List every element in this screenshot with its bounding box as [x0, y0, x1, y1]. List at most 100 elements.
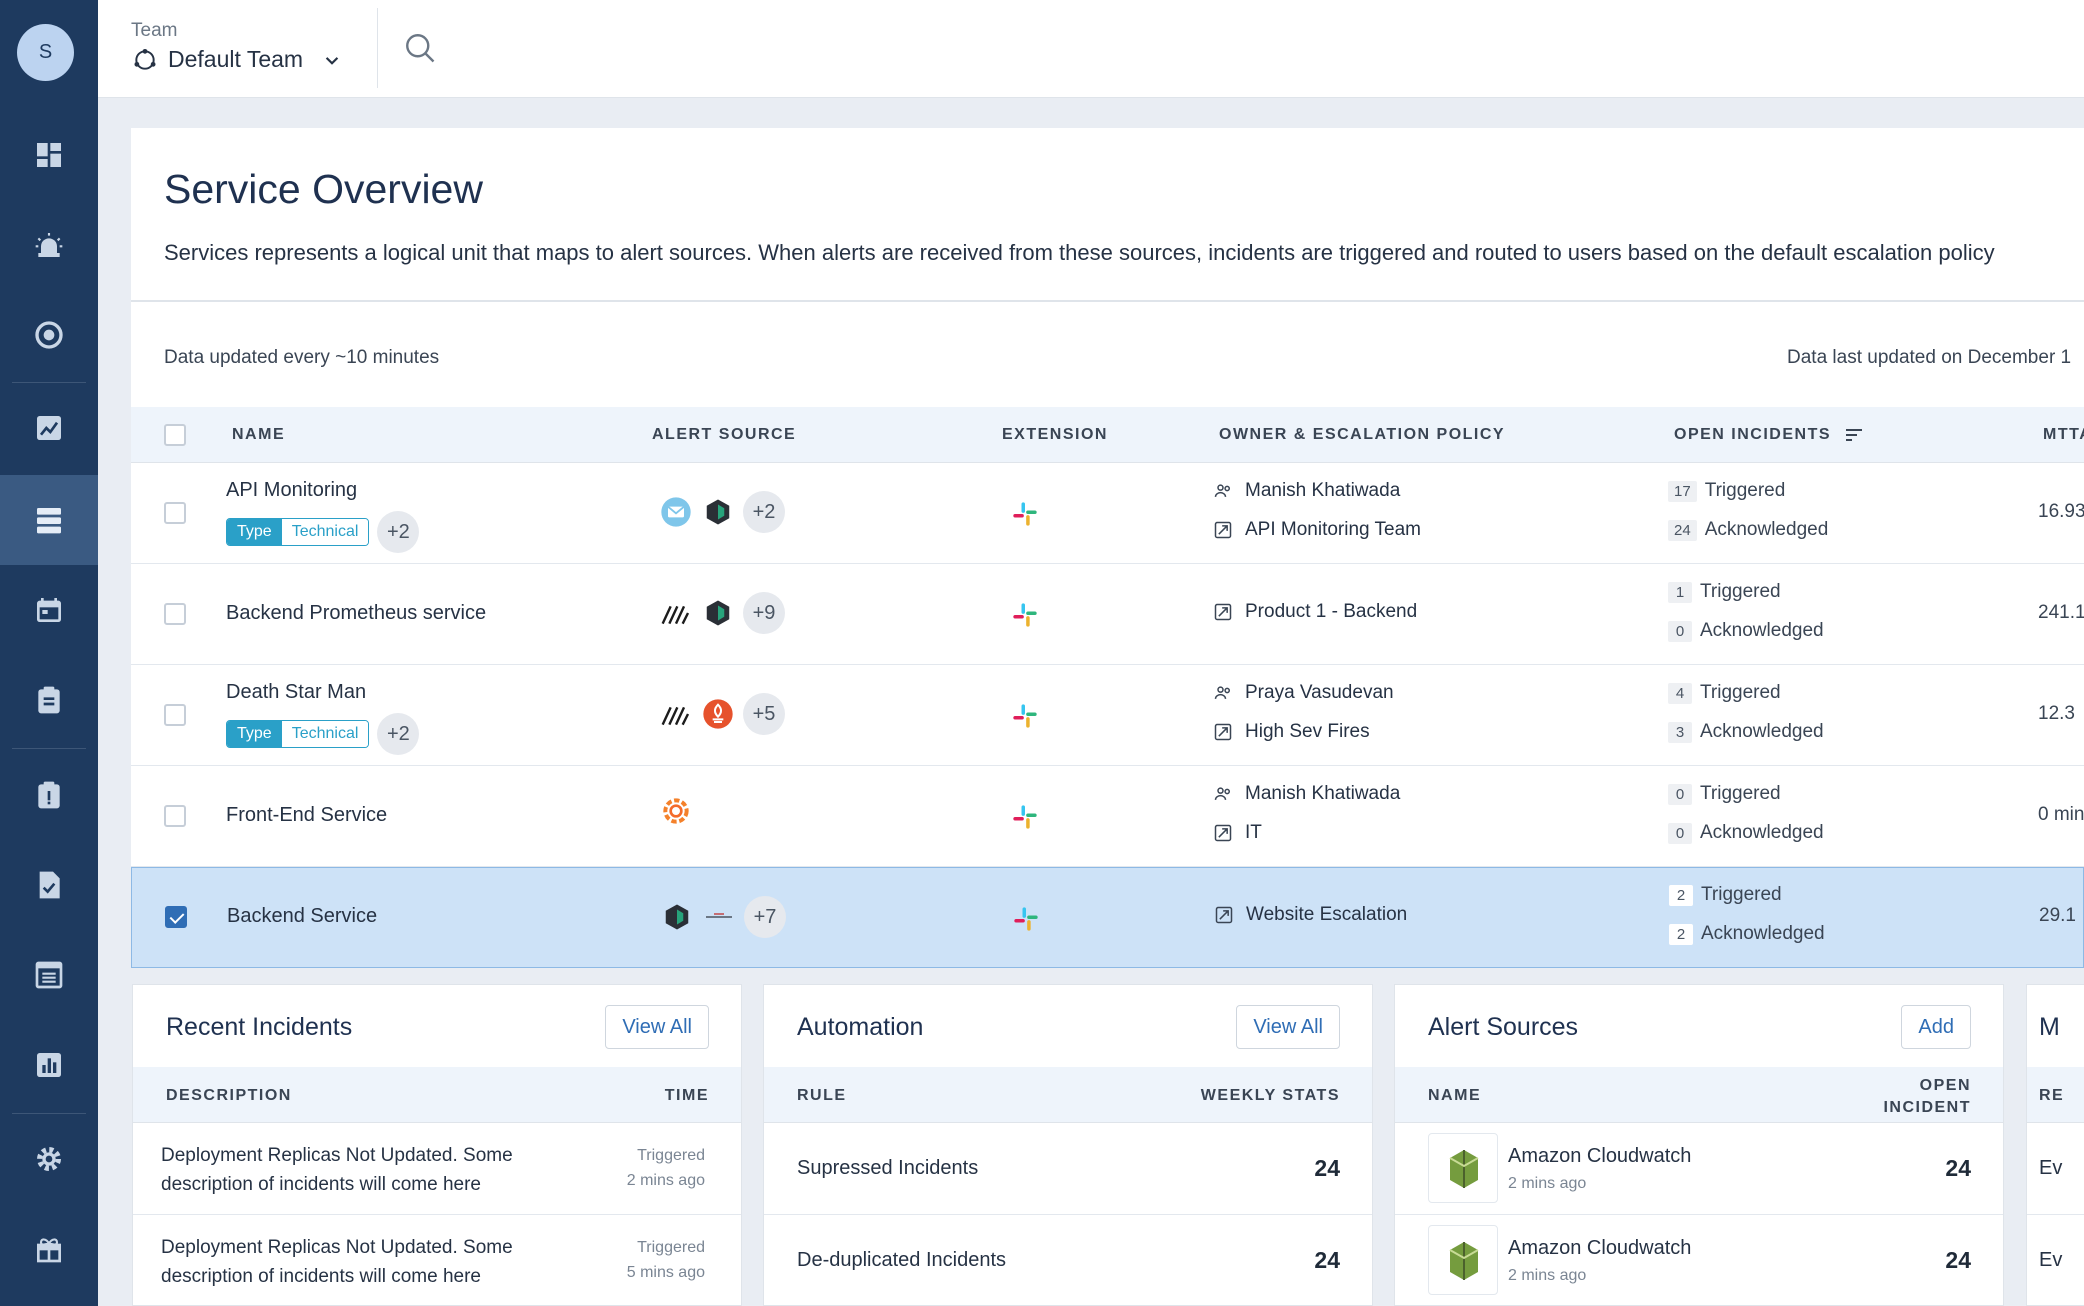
- nav-status-page[interactable]: [0, 930, 98, 1020]
- acknowledged-count[interactable]: 3 Acknowledged: [1668, 721, 1824, 743]
- owner[interactable]: Manish Khatiwada: [1213, 480, 1400, 502]
- nav-settings[interactable]: [0, 1114, 98, 1204]
- more-tags-badge[interactable]: +2: [377, 713, 420, 755]
- nav-tasks[interactable]: [0, 840, 98, 930]
- server-icon: [37, 508, 61, 534]
- nav-dashboard[interactable]: [0, 110, 98, 200]
- slack-icon[interactable]: [1011, 601, 1039, 629]
- service-name[interactable]: Backend Prometheus service: [226, 602, 486, 625]
- service-overview-card: Service Overview Services represents a l…: [131, 128, 2084, 968]
- alert-source-row[interactable]: Amazon Cloudwatch 2 mins ago 24: [1395, 1215, 2003, 1306]
- rule-stat: 24: [1314, 1155, 1340, 1181]
- users-icon: [1214, 686, 1230, 699]
- service-name[interactable]: Front-End Service: [226, 804, 387, 827]
- col-partial: RE: [2039, 1087, 2065, 1104]
- team-icon: [134, 48, 156, 70]
- list-item[interactable]: Ev: [2027, 1215, 2084, 1306]
- escalation-policy[interactable]: API Monitoring Team: [1213, 519, 1421, 541]
- slack-icon[interactable]: [1012, 905, 1040, 933]
- sort-icon[interactable]: [1845, 428, 1863, 442]
- automation-row[interactable]: Supressed Incidents 24: [764, 1123, 1372, 1215]
- owner[interactable]: Manish Khatiwada: [1213, 783, 1400, 805]
- escalation-policy[interactable]: Product 1 - Backend: [1213, 601, 1417, 623]
- escalation-policy[interactable]: Website Escalation: [1214, 904, 1407, 926]
- slack-icon[interactable]: [1011, 702, 1039, 730]
- row-checkbox[interactable]: [164, 603, 186, 625]
- escalation-icon: [1215, 906, 1233, 924]
- service-name[interactable]: Death Star Man: [226, 681, 366, 704]
- escalation-policy[interactable]: IT: [1213, 822, 1262, 844]
- fourth-panel-partial: M RE Ev Ev: [2026, 984, 2084, 1306]
- col-open-incidents[interactable]: OPEN INCIDENTS: [1674, 426, 1863, 444]
- escalation-policy[interactable]: High Sev Fires: [1213, 721, 1370, 743]
- sumo-source-icon: [659, 596, 693, 630]
- rule-stat: 24: [1314, 1247, 1340, 1273]
- nav-services[interactable]: [0, 475, 98, 565]
- col-name[interactable]: NAME: [232, 426, 285, 444]
- nav-incidents[interactable]: [0, 200, 98, 290]
- add-alert-source-button[interactable]: Add: [1901, 1005, 1971, 1049]
- incident-time: Triggered 5 mins ago: [626, 1239, 705, 1281]
- user-avatar[interactable]: S: [17, 24, 74, 81]
- row-checkbox[interactable]: [164, 502, 186, 524]
- page-title: Service Overview: [164, 166, 483, 212]
- nav-reports[interactable]: [0, 1020, 98, 1110]
- nav-schedules[interactable]: [0, 565, 98, 655]
- acknowledged-count[interactable]: 24 Acknowledged: [1668, 519, 1828, 541]
- service-name[interactable]: Backend Service: [227, 905, 377, 928]
- triggered-count[interactable]: 2 Triggered: [1669, 884, 1782, 906]
- clipboard-icon: [38, 686, 60, 714]
- triggered-count[interactable]: 17 Triggered: [1668, 480, 1785, 502]
- panel-title: Alert Sources: [1428, 1013, 1579, 1041]
- view-all-automation-button[interactable]: View All: [1236, 1005, 1340, 1049]
- table-row[interactable]: Death Star Man Type Technical +2 +5 Praya…: [131, 665, 2084, 766]
- nav-oncall[interactable]: [0, 290, 98, 380]
- tag-chip[interactable]: Type Technical: [226, 518, 370, 546]
- row-checkbox[interactable]: [164, 704, 186, 726]
- alert-source-icons: +7: [660, 896, 786, 938]
- automation-row[interactable]: De-duplicated Incidents 24: [764, 1215, 1372, 1306]
- slack-icon[interactable]: [1011, 803, 1039, 831]
- more-sources-badge[interactable]: +5: [743, 693, 785, 735]
- list-item[interactable]: Ev: [2027, 1123, 2084, 1215]
- rule-name: De-duplicated Incidents: [797, 1249, 1007, 1271]
- row-checkbox-checked[interactable]: [165, 906, 187, 928]
- more-tags-badge[interactable]: +2: [377, 511, 420, 553]
- table-row[interactable]: Front-End Service Manish Khatiwada IT 0T…: [131, 766, 2084, 867]
- team-selector[interactable]: Default Team: [132, 46, 345, 73]
- view-all-incidents-button[interactable]: View All: [605, 1005, 709, 1049]
- generic-source-icon: [702, 900, 736, 934]
- select-all-checkbox[interactable]: [164, 424, 186, 446]
- col-owner-policy: OWNER & ESCALATION POLICY: [1219, 426, 1506, 443]
- alert-source-icons: [659, 794, 693, 828]
- nav-analytics[interactable]: [0, 383, 98, 473]
- row-checkbox[interactable]: [164, 805, 186, 827]
- search-icon[interactable]: [402, 30, 438, 66]
- nav-whats-new[interactable]: [0, 1204, 98, 1294]
- more-sources-badge[interactable]: +9: [743, 592, 785, 634]
- tag-chip[interactable]: Type Technical: [226, 720, 370, 748]
- nav-runbooks[interactable]: [0, 655, 98, 745]
- acknowledged-count[interactable]: 0 Acknowledged: [1668, 620, 1824, 642]
- alert-source-row[interactable]: Amazon Cloudwatch 2 mins ago 24: [1395, 1123, 2003, 1215]
- triggered-count[interactable]: 0 Triggered: [1668, 783, 1781, 805]
- slack-icon[interactable]: [1011, 500, 1039, 528]
- acknowledged-count[interactable]: 0 Acknowledged: [1668, 822, 1824, 844]
- incident-row[interactable]: Deployment Replicas Not Updated. Some de…: [133, 1215, 741, 1306]
- table-row-selected[interactable]: Backend Service +7 Website Escalation 2T…: [131, 867, 2084, 968]
- triggered-count[interactable]: 1 Triggered: [1668, 581, 1781, 603]
- incident-description: Deployment Replicas Not Updated. Some de…: [161, 1237, 513, 1287]
- table-row[interactable]: Backend Prometheus service +9 Product 1 …: [131, 564, 2084, 665]
- service-tags: Type Technical +2: [226, 511, 420, 553]
- owner[interactable]: Praya Vasudevan: [1213, 682, 1394, 704]
- more-sources-badge[interactable]: +7: [744, 896, 786, 938]
- acknowledged-count[interactable]: 2 Acknowledged: [1669, 923, 1825, 945]
- chevron-down-icon: [325, 56, 339, 65]
- table-row[interactable]: API Monitoring Type Technical +2 +2 Manis…: [131, 463, 2084, 564]
- email-source-icon: [659, 495, 693, 529]
- incident-row[interactable]: Deployment Replicas Not Updated. Some de…: [133, 1123, 741, 1215]
- service-name[interactable]: API Monitoring: [226, 479, 357, 502]
- nav-postmortems[interactable]: [0, 750, 98, 840]
- more-sources-badge[interactable]: +2: [743, 491, 785, 533]
- triggered-count[interactable]: 4 Triggered: [1668, 682, 1781, 704]
